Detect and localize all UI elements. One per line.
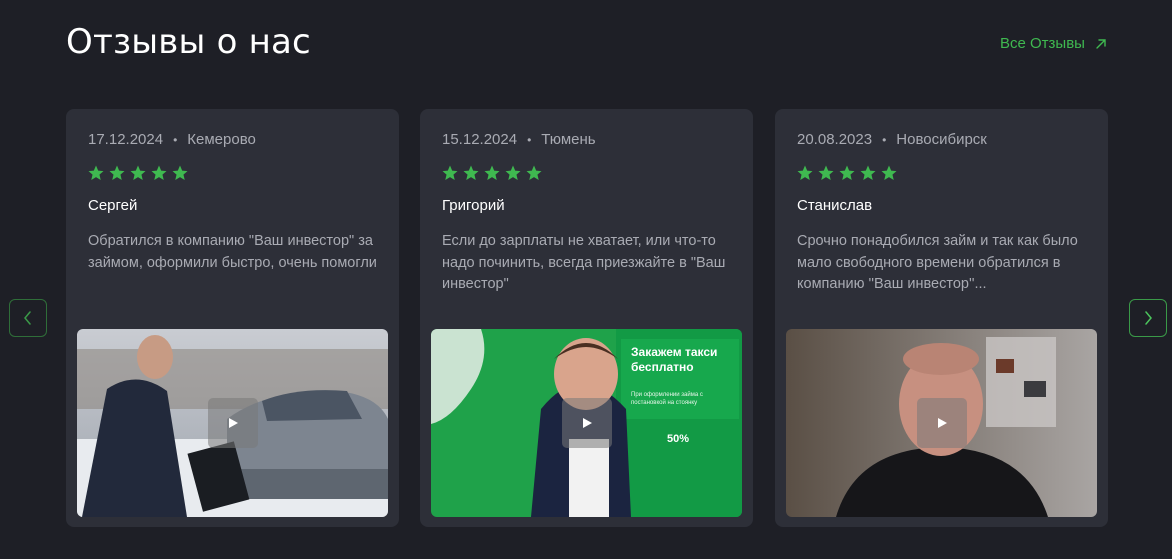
video-sign-percent: 50% [667,433,690,445]
star-icon [88,165,104,180]
star-icon [463,165,479,180]
review-video[interactable] [77,329,388,517]
review-card: 20.08.2023 • Новосибирск Станислав Срочн… [775,109,1108,527]
play-button[interactable] [562,398,612,448]
review-video[interactable]: Закажем такси бесплатно При оформлении з… [431,329,742,517]
chevron-left-icon [24,311,31,325]
separator-dot: • [882,132,887,147]
star-icon [151,165,167,180]
review-city: Новосибирск [896,131,987,148]
rating-stars [441,164,543,182]
review-card: 15.12.2024 • Тюмень Григорий Если до зар… [420,109,753,527]
review-meta: 15.12.2024 • Тюмень [442,131,596,148]
video-sign-subtext: При оформлении займа с постановкой на ст… [631,392,703,406]
star-icon [505,165,521,180]
carousel-next-button[interactable] [1129,299,1167,337]
play-button[interactable] [208,398,258,448]
star-icon [839,165,855,180]
page-title: Отзывы о нас [66,22,311,62]
star-icon [484,165,500,180]
star-icon [881,165,897,180]
review-date: 15.12.2024 [442,131,518,148]
reviewer-name: Сергей [88,197,138,214]
review-text: Срочно понадобился займ и так как было м… [797,233,1078,292]
review-text: Обратился в компанию "Ваш инвестор" за з… [88,233,377,271]
reviewer-name: Григорий [442,197,505,214]
star-icon [130,165,146,180]
video-sign-heading: Закажем такси бесплатно [631,345,718,374]
rating-stars [87,164,189,182]
separator-dot: • [527,132,532,147]
review-video[interactable] [786,329,1097,517]
star-icon [442,165,458,180]
star-icon [109,165,125,180]
play-icon [583,418,592,428]
chevron-right-icon [1145,311,1152,325]
reviewer-name: Станислав [797,197,873,214]
play-icon [229,418,238,428]
review-city: Кемерово [187,131,256,148]
star-icon [172,165,188,180]
star-icon [526,165,542,180]
play-button[interactable] [917,398,967,448]
review-meta: 17.12.2024 • Кемерово [88,131,256,148]
star-icon [860,165,876,180]
review-card: 17.12.2024 • Кемерово Сергей Обратился в… [66,109,399,527]
all-reviews-label: Все Отзывы [1000,35,1085,52]
carousel-prev-button[interactable] [9,299,47,337]
review-text: Если до зарплаты не хватает, или что-то … [442,233,726,292]
separator-dot: • [173,132,178,147]
rating-stars [796,164,898,182]
review-date: 17.12.2024 [88,131,164,148]
star-icon [818,165,834,180]
play-icon [938,418,947,428]
review-date: 20.08.2023 [797,131,873,148]
review-city: Тюмень [541,131,596,148]
arrow-up-right-icon [1096,38,1106,49]
all-reviews-link[interactable]: Все Отзывы [1000,35,1107,52]
review-meta: 20.08.2023 • Новосибирск [797,131,987,148]
star-icon [797,165,813,180]
